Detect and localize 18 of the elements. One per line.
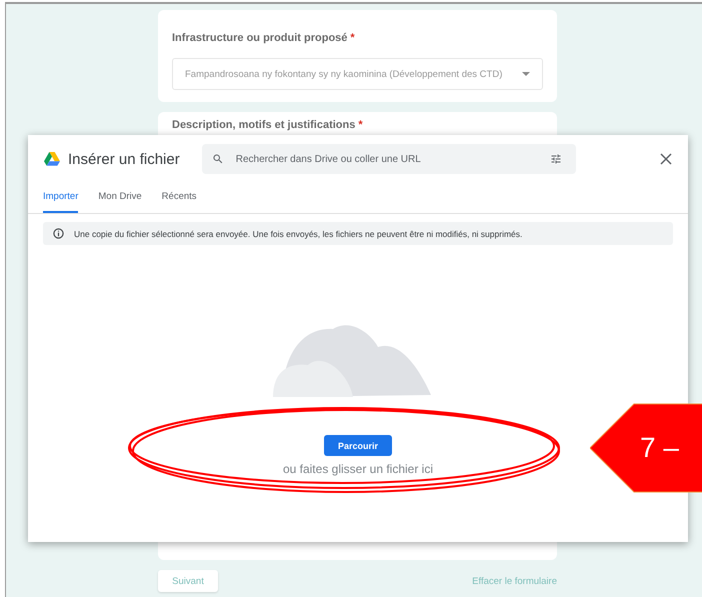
- search-field[interactable]: Rechercher dans Drive ou coller une URL: [202, 144, 576, 174]
- dialog-title: Insérer un fichier: [68, 150, 180, 168]
- tab[interactable]: Récents: [162, 191, 197, 213]
- drop-hint: ou faites glisser un fichier ici: [282, 462, 434, 476]
- tab[interactable]: Importer: [43, 191, 78, 213]
- tab[interactable]: Mon Drive: [98, 191, 142, 213]
- notice-text: Une copie du fichier sélectionné sera envoyée. Une fois envoyés, les fichiers ne peuvent être ni modifiés, ni supprimés.: [74, 228, 522, 238]
- question-label: Description, motifs et justifications *: [172, 119, 364, 131]
- drive-logo-icon: [44, 152, 60, 166]
- question-label: Infrastructure ou produit proposé *: [172, 32, 356, 44]
- caret-icon: [522, 72, 530, 76]
- close-icon[interactable]: [660, 153, 672, 165]
- browse-button[interactable]: Parcourir: [324, 435, 392, 456]
- step-callout: 7 –: [590, 403, 702, 493]
- search-icon: [212, 153, 224, 165]
- filter-icon[interactable]: [550, 153, 562, 165]
- dropdown-field[interactable]: Fampandrosoana ny fokontany sy ny kaominina (Développement des CTD): [172, 58, 543, 90]
- info-icon: [53, 228, 64, 239]
